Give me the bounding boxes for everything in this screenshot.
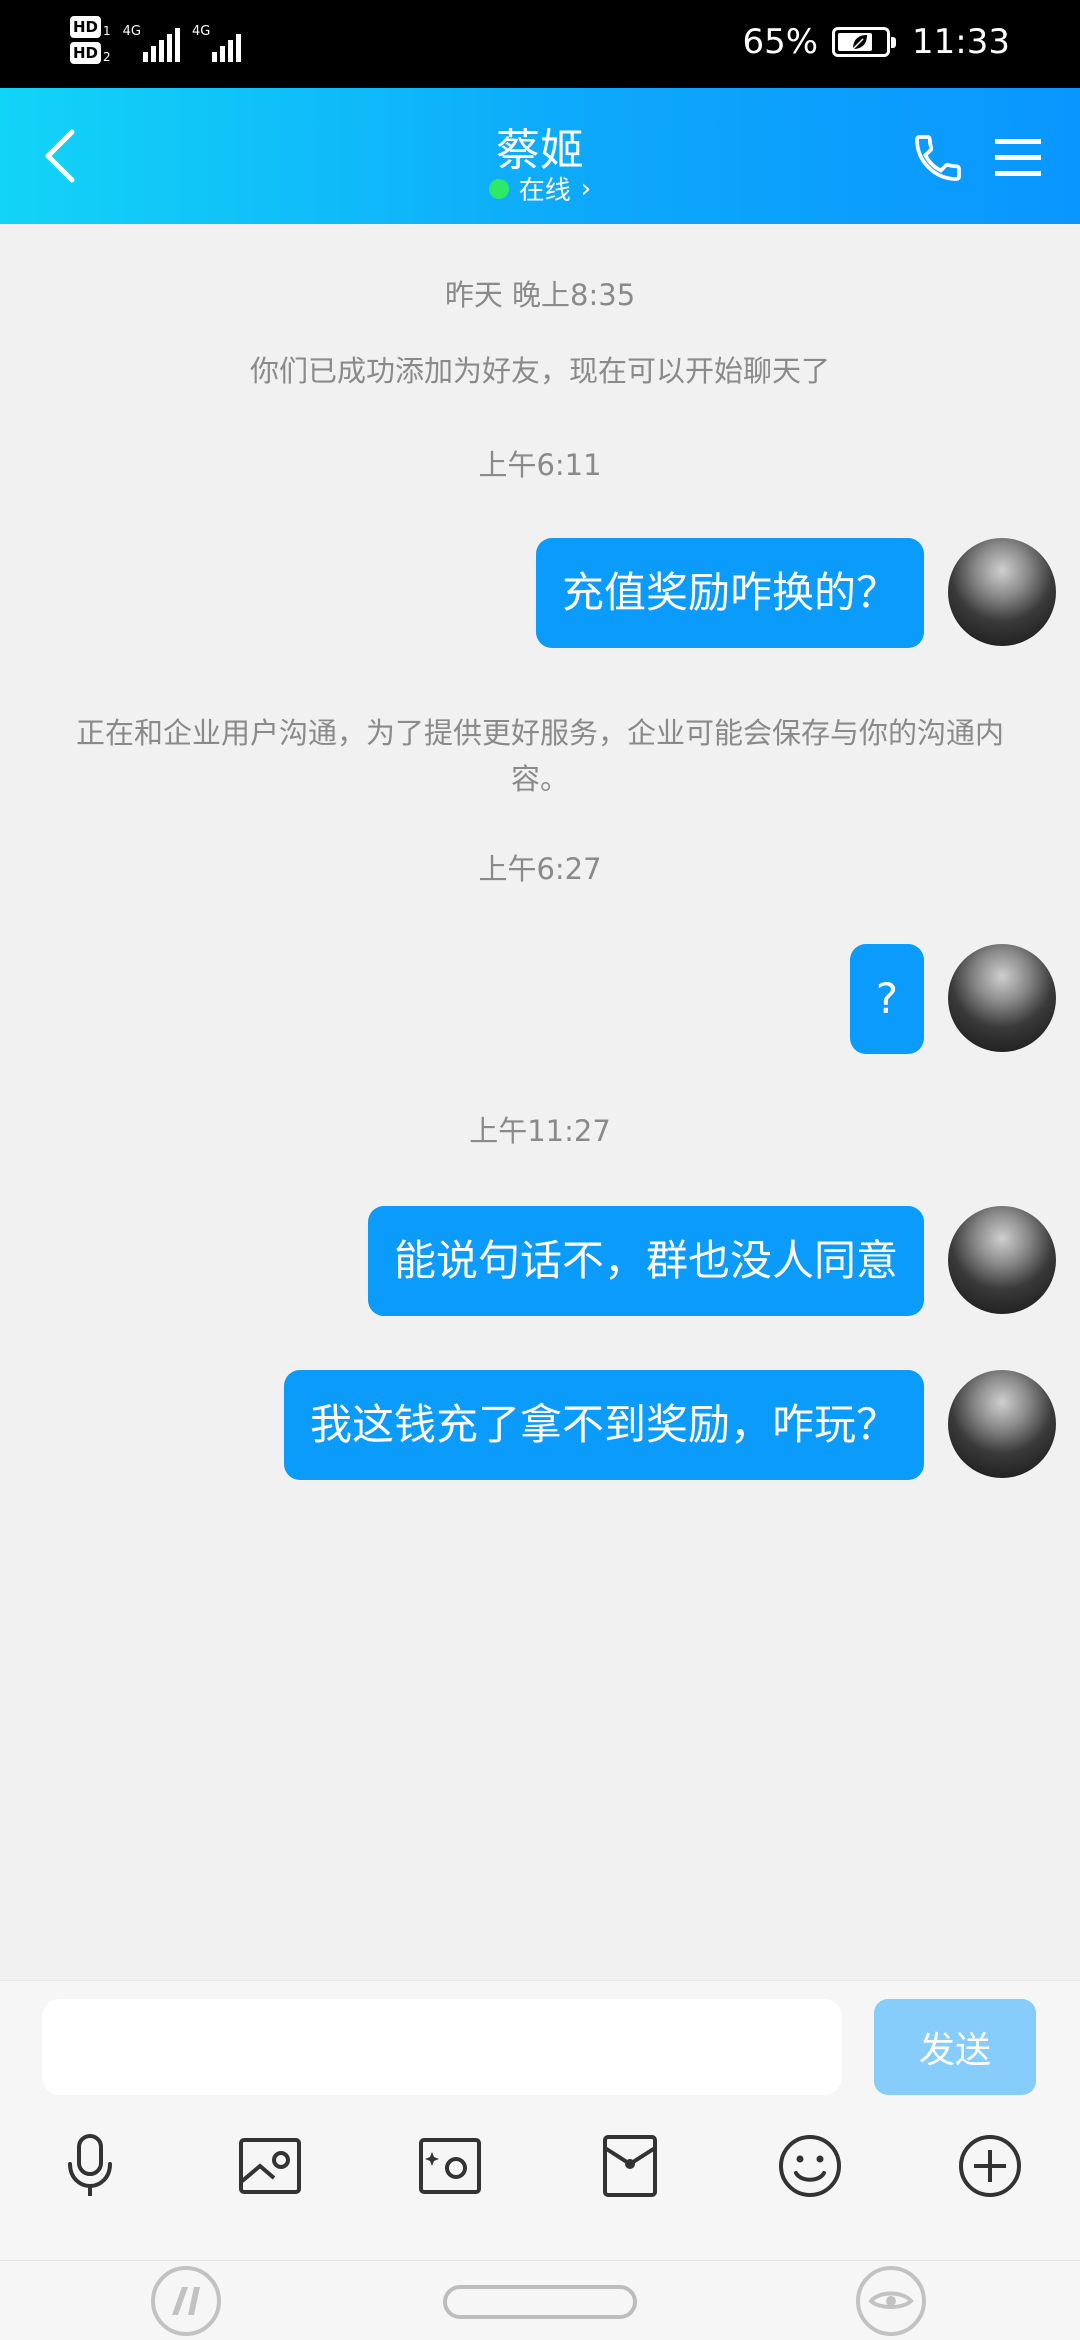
- emoji-button[interactable]: [765, 2121, 855, 2211]
- chat-header: 蔡姬 在线 ›: [0, 88, 1080, 224]
- emoji-icon: [779, 2135, 841, 2197]
- voice-button[interactable]: [45, 2121, 135, 2211]
- battery-icon: [832, 27, 897, 57]
- hd-badge-2: HD: [70, 42, 102, 64]
- eye-icon: [856, 2266, 926, 2336]
- system-notice: 正在和企业用户沟通，为了提供更好服务，企业可能会保存与你的沟通内容。: [75, 716, 1004, 796]
- message-bubble[interactable]: 充值奖励咋换的？: [535, 538, 924, 648]
- timestamp: 昨天 晚上8:35: [444, 278, 636, 312]
- eye-comfort-button[interactable]: [855, 2265, 927, 2337]
- message-sent: ?: [849, 944, 1056, 1054]
- avatar[interactable]: [948, 538, 1056, 646]
- network-type-2: 4G: [192, 24, 211, 39]
- chevron-right-icon: ›: [580, 173, 592, 204]
- timestamp: 上午6:11: [478, 448, 602, 482]
- message-sent: 充值奖励咋换的？: [535, 538, 1056, 648]
- message-list[interactable]: 昨天 晚上8:35 你们已成功添加为好友，现在可以开始聊天了 上午6:11 充值…: [0, 224, 1080, 1980]
- photo-button[interactable]: [225, 2121, 315, 2211]
- signal-2: 4G: [192, 18, 242, 62]
- plus-icon: [959, 2135, 1021, 2197]
- timestamp: 上午6:27: [478, 852, 602, 886]
- network-type-1: 4G: [122, 24, 142, 39]
- message-input[interactable]: [42, 1999, 842, 2095]
- avatar[interactable]: [948, 1370, 1056, 1478]
- red-packet-button[interactable]: [585, 2121, 675, 2211]
- message-bubble[interactable]: 我这钱充了拿不到奖励，咋玩？: [283, 1370, 924, 1480]
- microphone-icon: [68, 2134, 112, 2196]
- system-notice: 你们已成功添加为好友，现在可以开始聊天了: [249, 354, 830, 388]
- phone-icon: [915, 135, 961, 181]
- online-dot-icon: [488, 178, 509, 199]
- online-status-label: 在线: [518, 176, 571, 206]
- signal-1: 4G: [122, 18, 181, 62]
- more-button[interactable]: [945, 2121, 1035, 2211]
- composer: 发送: [0, 1980, 1080, 2260]
- send-button[interactable]: 发送: [874, 1999, 1036, 2095]
- system-navigation-bar: [0, 2260, 1080, 2340]
- hd-badge-1: HD: [70, 16, 102, 38]
- message-sent: 能说句话不，群也没人同意: [367, 1206, 1056, 1316]
- timestamp: 上午11:27: [469, 1114, 611, 1148]
- status-bar: HD 1 HD 2 4G 4G 65% 11:33: [0, 0, 1080, 88]
- signal-bars-2-icon: [212, 28, 242, 62]
- menu-button[interactable]: [980, 120, 1056, 196]
- home-indicator[interactable]: [443, 2285, 637, 2319]
- avatar[interactable]: [948, 1206, 1056, 1314]
- signal-indicators: HD 1 HD 2 4G 4G: [70, 16, 242, 64]
- message-bubble[interactable]: ?: [849, 944, 924, 1054]
- assistant-icon: [151, 2266, 221, 2336]
- camera-icon: [419, 2138, 481, 2194]
- camera-button[interactable]: [405, 2121, 495, 2211]
- battery-percent: 65%: [742, 22, 819, 62]
- red-packet-icon: [603, 2135, 657, 2197]
- clock: 11:33: [912, 22, 1010, 62]
- sim-1-label: 1: [103, 24, 111, 38]
- composer-toolbar: [0, 2121, 1080, 2211]
- hamburger-menu-icon: [995, 139, 1041, 176]
- assistant-button[interactable]: [150, 2265, 222, 2337]
- avatar[interactable]: [948, 944, 1056, 1052]
- message-bubble[interactable]: 能说句话不，群也没人同意: [367, 1206, 924, 1316]
- message-sent: 我这钱充了拿不到奖励，咋玩？: [283, 1370, 1056, 1480]
- image-icon: [239, 2138, 301, 2194]
- call-button[interactable]: [900, 120, 976, 196]
- sim-2-label: 2: [103, 50, 111, 64]
- signal-bars-1-icon: [143, 28, 181, 62]
